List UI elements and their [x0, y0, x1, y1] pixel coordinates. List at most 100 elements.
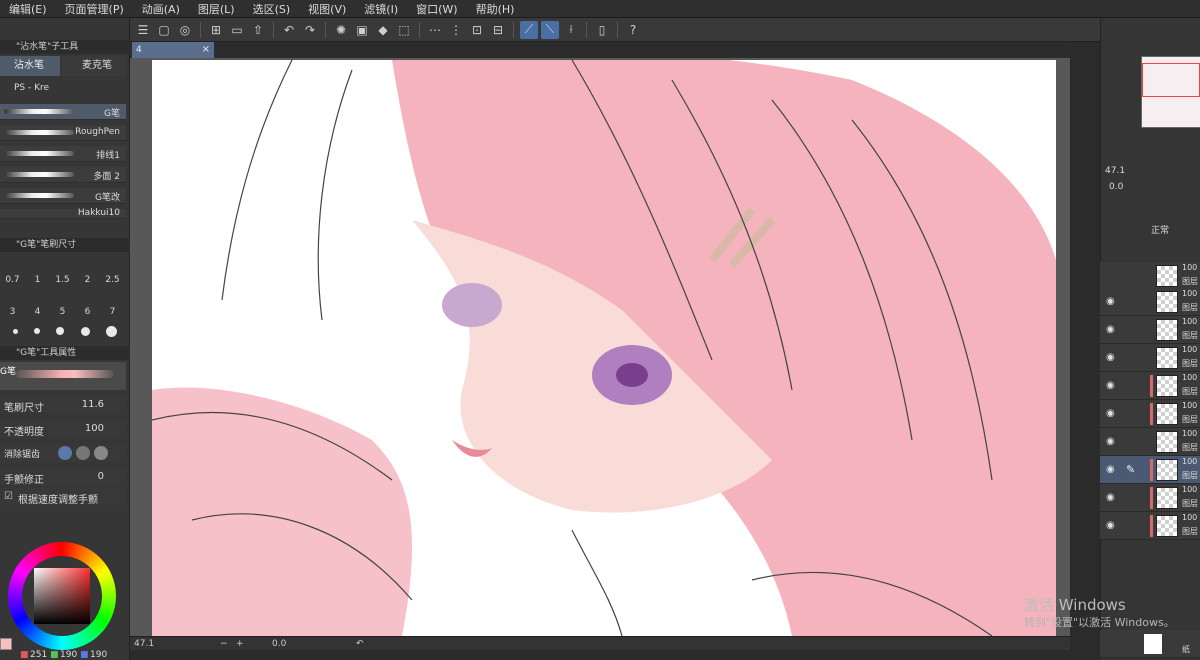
navigator-zoom[interactable]: 47.1 — [1105, 166, 1125, 176]
snap-grid-icon[interactable]: ⟊ — [562, 21, 580, 39]
layer-row[interactable]: ◉ 100 图层 — [1100, 316, 1200, 344]
size-preset[interactable]: 2 — [75, 272, 100, 288]
blue-value[interactable]: 190 — [90, 650, 107, 660]
antialias-option[interactable] — [94, 446, 108, 460]
size-preset[interactable]: 6 — [75, 304, 100, 320]
deselect-icon[interactable]: ⋮ — [447, 21, 465, 39]
menu-help[interactable]: 帮助(H) — [467, 1, 524, 17]
brush-g-pen-mod[interactable]: G笔改 — [0, 188, 126, 204]
menu-edit[interactable]: 编辑(E) — [0, 1, 56, 17]
menu-window[interactable]: 窗口(W) — [407, 1, 466, 17]
antialias-option[interactable] — [58, 446, 72, 460]
green-value[interactable]: 190 — [60, 650, 77, 660]
rotate-icon[interactable]: ↶ — [356, 637, 364, 651]
redo-icon[interactable]: ↷ — [301, 21, 319, 39]
export-icon[interactable]: ⇧ — [249, 21, 267, 39]
document-tab[interactable]: 4 × — [132, 42, 214, 58]
size-preset[interactable]: 0.7 — [0, 272, 25, 288]
checkbox-icon[interactable]: ☑ — [4, 491, 13, 502]
zoom-in-icon[interactable]: + — [236, 637, 244, 651]
layer-name: 图层 — [1182, 277, 1198, 286]
new-icon[interactable]: ▢ — [155, 21, 173, 39]
eye-icon[interactable]: ◉ — [1106, 492, 1115, 503]
stabilizer-row[interactable]: 手颤修正 0 — [0, 468, 126, 486]
close-icon[interactable]: × — [202, 42, 210, 58]
eye-icon[interactable]: ◉ — [1106, 408, 1115, 419]
size-preset[interactable]: 7 — [100, 304, 125, 320]
brush-multi[interactable]: 多面 2 — [0, 167, 126, 183]
undo-icon[interactable]: ↶ — [280, 21, 298, 39]
clear-icon[interactable]: ▣ — [353, 21, 371, 39]
antialias-row[interactable]: 消除锯齿 — [0, 444, 126, 462]
navigator-angle[interactable]: 0.0 — [1109, 182, 1123, 192]
color-wheel[interactable] — [8, 542, 116, 650]
navigator-preview[interactable] — [1141, 56, 1200, 128]
zoom-value[interactable]: 47.1 — [134, 637, 154, 651]
layer-row[interactable]: ◉ 100 图层 — [1100, 344, 1200, 372]
menu-layer[interactable]: 图层(L) — [189, 1, 244, 17]
blend-mode[interactable]: 正常 — [1151, 223, 1169, 236]
layer-row[interactable]: ◉ 100 图层 — [1100, 372, 1200, 400]
menu-selection[interactable]: 选区(S) — [244, 1, 300, 17]
opacity-value[interactable]: 100 — [85, 423, 104, 434]
main-color-swatch[interactable] — [0, 638, 12, 650]
size-preset[interactable]: 5 — [50, 304, 75, 320]
opacity-row[interactable]: 不透明度 100 — [0, 420, 126, 438]
layer-row[interactable]: ◉ 100 图层 — [1100, 288, 1200, 316]
selection-layer-icon[interactable]: ⊟ — [489, 21, 507, 39]
eye-icon[interactable]: ◉ — [1106, 380, 1115, 391]
eye-icon[interactable]: ◉ — [1106, 296, 1115, 307]
transform-icon[interactable]: ⬚ — [395, 21, 413, 39]
angle-value[interactable]: 0.0 — [272, 637, 286, 651]
size-preset[interactable]: 3 — [0, 304, 25, 320]
brush-size-row[interactable]: 笔刷尺寸 11.6 — [0, 396, 126, 414]
layer-row[interactable]: ◉ 100 图层 — [1100, 400, 1200, 428]
layer-row[interactable]: 100 图层 — [1100, 262, 1200, 290]
swirl-icon[interactable]: ◎ — [176, 21, 194, 39]
fill-icon[interactable]: ◆ — [374, 21, 392, 39]
tab-dip-pen[interactable]: 沾水笔 — [0, 56, 60, 76]
brush-size-value[interactable]: 11.6 — [82, 399, 104, 410]
layer-row-paper[interactable]: 纸 — [1100, 630, 1200, 658]
sub-tool-group[interactable]: PS - Kre — [14, 80, 126, 96]
snap-ruler-icon[interactable]: ⟋ — [520, 20, 538, 39]
snap-special-icon[interactable]: ⟍ — [541, 20, 559, 39]
select-all-icon[interactable]: ⋯ — [426, 21, 444, 39]
menu-animation[interactable]: 动画(A) — [133, 1, 189, 17]
size-preset[interactable]: 1 — [25, 272, 50, 288]
stabilizer-value[interactable]: 0 — [98, 471, 104, 482]
brush-rough-pen[interactable]: RoughPen — [0, 125, 126, 141]
size-preset[interactable]: 4 — [25, 304, 50, 320]
open-icon[interactable]: ▭ — [228, 21, 246, 39]
layer-row[interactable]: ◉ 100 图层 — [1100, 512, 1200, 540]
zoom-out-icon[interactable]: − — [220, 637, 228, 651]
brush-hatch[interactable]: 排线1 — [0, 146, 126, 162]
loading-icon[interactable]: ✺ — [332, 21, 350, 39]
eye-icon[interactable]: ◉ — [1106, 520, 1115, 531]
size-preset[interactable]: 2.5 — [100, 272, 125, 288]
brush-g-pen[interactable]: G笔 — [0, 104, 126, 120]
new-page-icon[interactable]: ⊞ — [207, 21, 225, 39]
color-square[interactable] — [34, 568, 90, 624]
tab-marker[interactable]: 麦克笔 — [62, 56, 126, 76]
layer-row-selected[interactable]: ◉ ✎ 100 图层 — [1100, 456, 1200, 484]
menu-icon[interactable]: ☰ — [134, 21, 152, 39]
eye-icon[interactable]: ◉ — [1106, 352, 1115, 363]
menu-filter[interactable]: 滤镜(I) — [355, 1, 407, 17]
layer-row[interactable]: ◉ 100 图层 — [1100, 428, 1200, 456]
eye-icon[interactable]: ◉ — [1106, 436, 1115, 447]
help-icon[interactable]: ? — [624, 21, 642, 39]
size-preset[interactable]: 1.5 — [50, 272, 75, 288]
menu-page[interactable]: 页面管理(P) — [56, 1, 133, 17]
speed-row[interactable]: ☑ 根据速度调整手颤 — [0, 488, 126, 506]
menu-view[interactable]: 视图(V) — [299, 1, 355, 17]
phone-icon[interactable]: ▯ — [593, 21, 611, 39]
layer-row[interactable]: ◉ 100 图层 — [1100, 484, 1200, 512]
red-value[interactable]: 251 — [30, 650, 47, 660]
eye-icon[interactable]: ◉ — [1106, 324, 1115, 335]
eye-icon[interactable]: ◉ — [1106, 464, 1115, 475]
brush-hakkui[interactable]: Hakkui10 — [0, 208, 126, 219]
antialias-option[interactable] — [76, 446, 90, 460]
invert-icon[interactable]: ⊡ — [468, 21, 486, 39]
drawing-canvas[interactable] — [152, 60, 1056, 636]
